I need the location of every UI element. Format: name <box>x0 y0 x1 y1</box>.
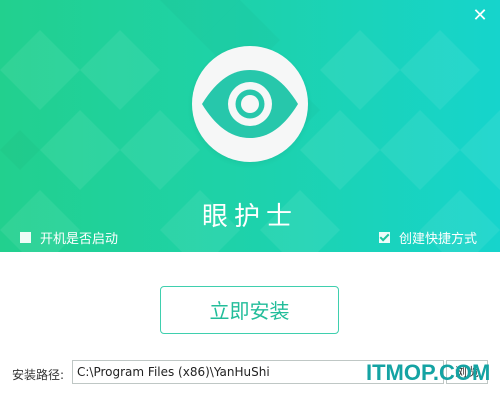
eye-icon <box>202 70 298 138</box>
shortcut-label: 创建快捷方式 <box>399 231 478 247</box>
shortcut-checkbox[interactable]: 创建快捷方式 <box>379 229 478 247</box>
checkbox-checked-icon[interactable] <box>379 231 390 243</box>
close-button[interactable]: ✕ <box>470 6 490 26</box>
header-banner: ✕ 眼护士 开机是否启动 创建快捷方式 <box>0 0 500 252</box>
install-path-label: 安装路径: <box>12 368 65 382</box>
install-button[interactable]: 立即安装 <box>160 286 339 334</box>
app-logo <box>192 46 308 162</box>
autostart-label: 开机是否启动 <box>40 231 119 247</box>
checkbox-unchecked-icon[interactable] <box>20 231 31 243</box>
site-watermark: ITMOP.COM <box>366 360 491 385</box>
autostart-checkbox[interactable]: 开机是否启动 <box>20 229 119 247</box>
close-icon: ✕ <box>472 5 488 26</box>
